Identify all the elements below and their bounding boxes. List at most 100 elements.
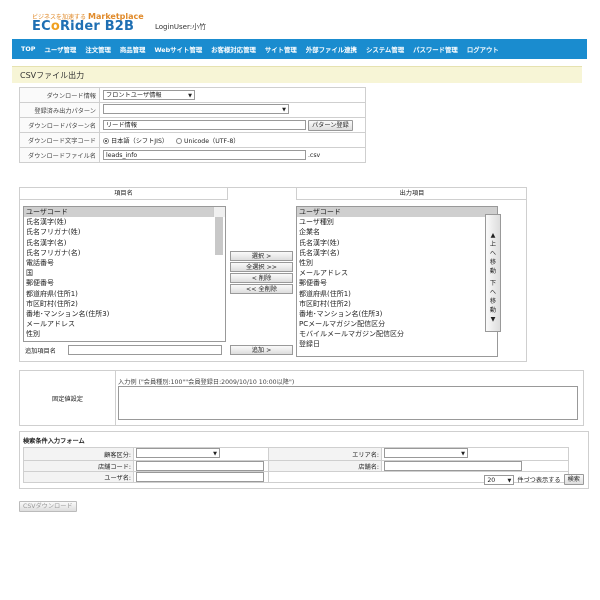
list-item[interactable]: 氏名漢字(姓) bbox=[297, 238, 497, 248]
fixed-value-textarea[interactable] bbox=[118, 386, 578, 420]
customer-type-label: 顧客区分: bbox=[23, 447, 134, 461]
nav-item-product[interactable]: 商品管理 bbox=[120, 45, 146, 54]
store-name-label: 店舗名: bbox=[268, 460, 382, 472]
nav-item-logout[interactable]: ログアウト bbox=[467, 45, 499, 54]
list-item[interactable]: メールアドレス bbox=[24, 319, 225, 329]
list-item[interactable]: 番地･マンション名(住所3) bbox=[24, 309, 225, 319]
customer-type-select[interactable]: ▼ bbox=[136, 448, 220, 458]
nav-item-external-file[interactable]: 外部ファイル連携 bbox=[306, 45, 357, 54]
area-select[interactable]: ▼ bbox=[384, 448, 468, 458]
list-item[interactable]: ユーザコード bbox=[24, 207, 225, 218]
charset-label: ダウンロード文字コード bbox=[19, 132, 100, 148]
charset-utf8-radio[interactable] bbox=[175, 137, 182, 144]
page-title-bar: CSVファイル出力 bbox=[12, 66, 582, 83]
list-item[interactable]: 氏名漢字(名) bbox=[24, 238, 225, 248]
csv-download-button[interactable]: CSVダウンロード bbox=[19, 501, 77, 512]
store-name-input[interactable] bbox=[384, 461, 522, 471]
list-item[interactable]: 都道府県(住所1) bbox=[297, 289, 497, 299]
select-button[interactable]: 選択 > bbox=[230, 251, 293, 261]
fixed-value-label: 固定値設定 bbox=[20, 371, 116, 425]
pattern-name-label: ダウンロードパターン名 bbox=[19, 117, 100, 133]
download-settings-table: ダウンロード情報 フロントユーザ情報 ▼ 登録済み出力パターン ▼ ダウンロード… bbox=[19, 87, 366, 163]
move-up-button[interactable]: ▲上へ移動 bbox=[486, 231, 500, 276]
list-item[interactable]: 電話番号 bbox=[24, 258, 225, 268]
nav-item-user[interactable]: ユーザ管理 bbox=[44, 45, 76, 54]
list-item[interactable]: ユーザ種別 bbox=[297, 217, 497, 227]
list-item[interactable]: 市区町村(住所2) bbox=[24, 299, 225, 309]
list-item[interactable]: 性別 bbox=[297, 258, 497, 268]
scrollbar-thumb[interactable] bbox=[215, 217, 223, 255]
user-name-label: ユーザ名: bbox=[23, 471, 134, 483]
per-page-select[interactable]: 20 ▼ bbox=[484, 474, 515, 485]
move-down-label: 下へ移動▼ bbox=[489, 280, 497, 323]
user-name-input[interactable] bbox=[136, 472, 264, 482]
move-down-button[interactable]: 下へ移動▼ bbox=[486, 279, 500, 324]
chevron-down-icon: ▼ bbox=[507, 477, 512, 484]
nav-item-top[interactable]: TOP bbox=[21, 45, 35, 53]
download-info-value: フロントユーザ情報 bbox=[106, 92, 162, 99]
search-button[interactable]: 検索 bbox=[563, 474, 584, 485]
list-item[interactable]: 性別 bbox=[24, 329, 225, 339]
nav-item-password[interactable]: パスワード管理 bbox=[413, 45, 458, 54]
list-item[interactable]: メールアドレス bbox=[297, 268, 497, 278]
list-item[interactable]: 氏名漢字(姓) bbox=[24, 217, 225, 227]
download-info-select[interactable]: フロントユーザ情報 ▼ bbox=[103, 90, 195, 100]
list-item[interactable]: 登録日 bbox=[297, 339, 497, 349]
logo-text-ec: EC bbox=[32, 19, 51, 34]
store-code-input[interactable] bbox=[136, 461, 264, 471]
logo[interactable]: ECoRider B2B bbox=[32, 19, 134, 34]
per-page-label: 件づつ表示する bbox=[517, 477, 561, 484]
nav-item-order[interactable]: 注文管理 bbox=[85, 45, 111, 54]
select-all-button[interactable]: 全選択 >> bbox=[230, 262, 293, 272]
output-items-header: 出力項目 bbox=[296, 188, 527, 200]
registered-pattern-select[interactable]: ▼ bbox=[103, 104, 289, 114]
pagination-controls: 20 ▼ 件づつ表示する 検索 bbox=[484, 474, 584, 485]
charset-utf8-label: Unicode（UTF-8） bbox=[183, 137, 240, 145]
list-item[interactable]: 市区町村(住所2) bbox=[297, 299, 497, 309]
fixed-value-panel: 固定値設定 入力例 ("会員種別:100""会員登録日:2009/10/10 1… bbox=[19, 370, 584, 426]
nav-item-website[interactable]: Webサイト管理 bbox=[154, 45, 202, 54]
chevron-down-icon: ▼ bbox=[213, 451, 217, 457]
pattern-name-input[interactable]: リード情報 bbox=[103, 120, 306, 130]
remove-button[interactable]: < 削除 bbox=[230, 273, 293, 283]
nav-item-site[interactable]: サイト管理 bbox=[265, 45, 297, 54]
remove-all-button[interactable]: << 全削除 bbox=[230, 284, 293, 294]
list-item[interactable]: 郵便番号 bbox=[297, 278, 497, 288]
move-up-label: ▲上へ移動 bbox=[489, 232, 497, 275]
list-item[interactable]: 氏名フリガナ(姓) bbox=[24, 227, 225, 237]
nav-item-customer[interactable]: お客様対応管理 bbox=[211, 45, 256, 54]
page-title: CSVファイル出力 bbox=[20, 71, 85, 80]
output-items-list[interactable]: ユーザコード ユーザ種別 企業名 氏名漢字(姓) 氏名漢字(名) 性別 メールア… bbox=[296, 206, 498, 357]
filename-extension: .csv bbox=[307, 152, 321, 159]
logo-text-o: o bbox=[50, 19, 60, 34]
list-item[interactable]: 国 bbox=[24, 268, 225, 278]
reorder-buttons: ▲上へ移動 下へ移動▼ bbox=[485, 214, 501, 332]
list-item[interactable]: 氏名漢字(名) bbox=[297, 248, 497, 258]
pattern-register-button[interactable]: パターン登録 bbox=[307, 119, 353, 131]
list-item[interactable]: 番地･マンション名(住所3) bbox=[297, 309, 497, 319]
available-items-list[interactable]: ユーザコード 氏名漢字(姓) 氏名フリガナ(姓) 氏名漢字(名) 氏名フリガナ(… bbox=[23, 206, 226, 342]
registered-pattern-label: 登録済み出力パターン bbox=[19, 102, 100, 118]
list-item[interactable]: ユーザコード bbox=[297, 207, 497, 218]
available-list-scrollbar[interactable] bbox=[213, 207, 225, 255]
filename-input[interactable]: leads_info bbox=[103, 150, 306, 160]
nav-item-system[interactable]: システム管理 bbox=[366, 45, 404, 54]
per-page-value: 20 bbox=[487, 476, 496, 484]
charset-sjis-label: 日本語（シフトJIS） bbox=[111, 137, 169, 145]
list-item[interactable]: 企業名 bbox=[297, 227, 497, 237]
main-nav: TOP ユーザ管理 注文管理 商品管理 Webサイト管理 お客様対応管理 サイト… bbox=[12, 39, 587, 59]
list-item[interactable]: 郵便番号 bbox=[24, 278, 225, 288]
chevron-down-icon: ▼ bbox=[188, 93, 192, 99]
login-user: LoginUser:小竹 bbox=[155, 23, 207, 31]
chevron-down-icon: ▼ bbox=[461, 451, 465, 457]
add-button[interactable]: 追加 > bbox=[230, 345, 293, 355]
add-item-input[interactable] bbox=[68, 345, 222, 355]
area-label: エリア名: bbox=[268, 447, 382, 461]
list-item[interactable]: PCメールマガジン配信区分 bbox=[297, 319, 497, 329]
charset-sjis-radio[interactable] bbox=[103, 137, 109, 144]
list-item[interactable]: 氏名フリガナ(名) bbox=[24, 248, 225, 258]
list-item[interactable]: 都道府県(住所1) bbox=[24, 289, 225, 299]
list-item[interactable]: モバイルメールマガジン配信区分 bbox=[297, 329, 497, 339]
available-items-header: 項目名 bbox=[20, 188, 228, 200]
header: ビジネスを加速する Marketplace ECoRider B2B LoginU… bbox=[0, 0, 600, 38]
